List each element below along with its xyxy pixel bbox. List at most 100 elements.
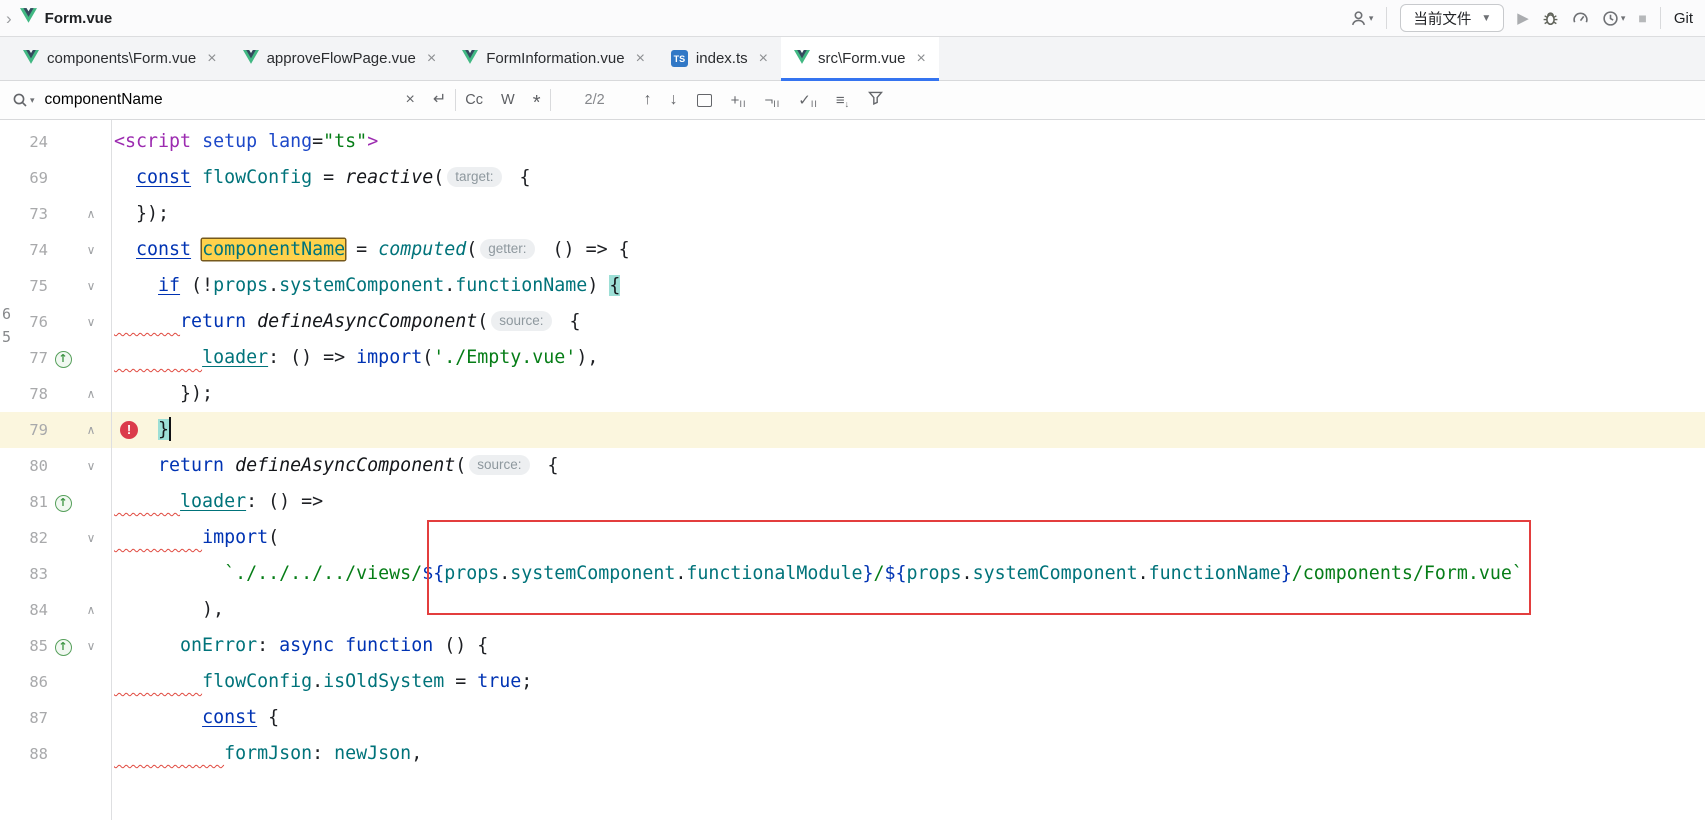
previous-occurrence-icon[interactable]: ↑ — [644, 92, 652, 108]
code-token: return — [158, 455, 224, 476]
close-icon[interactable]: × — [427, 50, 436, 68]
code-line[interactable]: loader: () => — [112, 484, 1705, 520]
code-line[interactable]: const componentName = computed(getter: (… — [112, 232, 1705, 268]
code-line[interactable]: `./../../../views/${props.systemComponen… — [112, 556, 1705, 592]
code-token — [114, 635, 180, 656]
check-selection-icon[interactable]: ✓II — [798, 91, 818, 109]
fold-marker-icon[interactable]: ∨ — [78, 459, 104, 473]
close-icon[interactable]: × — [636, 50, 645, 68]
code-token: () => { — [542, 239, 630, 260]
run-configuration-label: 当前文件 — [1413, 8, 1471, 29]
debug-button[interactable] — [1542, 10, 1559, 27]
stop-button[interactable]: ■ — [1638, 10, 1646, 26]
tab-src-form-vue[interactable]: src\Form.vue × — [781, 37, 939, 80]
tab-label: FormInformation.vue — [486, 50, 624, 67]
code-token — [191, 239, 202, 260]
fold-marker-icon[interactable]: ∨ — [78, 243, 104, 257]
next-occurrence-icon[interactable]: ↓ — [670, 92, 678, 108]
code-token: props — [213, 275, 268, 296]
gutter-override-icon[interactable]: ↑ — [55, 495, 72, 512]
close-icon[interactable]: × — [759, 50, 768, 68]
code-line[interactable]: loader: () => import('./Empty.vue'), — [112, 340, 1705, 376]
gutter-row: 69 — [0, 160, 111, 196]
fold-marker-icon[interactable]: ∨ — [78, 531, 104, 545]
code-line[interactable]: }); — [112, 376, 1705, 412]
line-number: 87 — [0, 709, 48, 727]
fold-marker-icon[interactable]: ∨ — [78, 279, 104, 293]
code-line[interactable]: return defineAsyncComponent(source: { — [112, 304, 1705, 340]
line-number: 69 — [0, 169, 48, 187]
code-token: () { — [433, 635, 488, 656]
code-token: : — [257, 635, 279, 656]
fold-marker-icon[interactable]: ∨ — [78, 315, 104, 329]
code-line[interactable]: onError: async function () { — [112, 628, 1705, 664]
exclude-selection-icon[interactable]: ¬II — [764, 92, 780, 109]
code-token: computed — [378, 239, 466, 260]
code-line[interactable]: flowConfig.isOldSystem = true; — [112, 664, 1705, 700]
profiler-button[interactable] — [1572, 10, 1589, 27]
search-input[interactable] — [45, 91, 397, 109]
tab-components-form-vue[interactable]: components\Form.vue × — [10, 37, 230, 80]
tab-index-ts[interactable]: TS index.ts × — [658, 37, 781, 80]
close-icon[interactable]: × — [207, 50, 216, 68]
code-line[interactable]: if (!props.systemComponent.functionName)… — [112, 268, 1705, 304]
code-token: lang — [268, 131, 312, 152]
code-token: functionalModule — [686, 563, 862, 584]
code-token: }); — [114, 383, 213, 404]
filter-icon[interactable] — [868, 91, 883, 109]
fold-marker-icon[interactable]: ∧ — [78, 603, 104, 617]
code-token — [334, 635, 345, 656]
code-line[interactable]: const { — [112, 700, 1705, 736]
select-all-occurrences-icon[interactable] — [697, 94, 712, 107]
chevron-down-icon: ▾ — [1621, 13, 1626, 24]
error-icon[interactable]: ! — [120, 421, 138, 439]
line-number: 79 — [0, 421, 48, 439]
clear-search-icon[interactable]: × — [406, 92, 415, 108]
code-token: ), — [576, 347, 598, 368]
editor-tab-bar: components\Form.vue × approveFlowPage.vu… — [0, 37, 1705, 81]
code-token: setup — [202, 131, 257, 152]
code-editor[interactable]: 246973∧74∨75∨76∨77↑78∧79∧80∨81↑82∨8384∧8… — [0, 120, 1705, 820]
code-token: const — [202, 707, 257, 728]
match-case-toggle[interactable]: Cc — [465, 93, 483, 108]
code-token: onError — [180, 635, 257, 656]
breadcrumb-chevron-icon[interactable]: › — [6, 10, 12, 27]
git-menu[interactable]: Git — [1674, 10, 1693, 27]
add-selection-icon[interactable]: +II — [731, 92, 747, 109]
vue-file-icon — [23, 50, 39, 68]
code-token: }); — [114, 203, 169, 224]
fold-marker-icon[interactable]: ∧ — [78, 207, 104, 221]
code-line[interactable]: <script setup lang="ts"> — [112, 124, 1705, 160]
tab-approveflowpage-vue[interactable]: approveFlowPage.vue × — [230, 37, 450, 80]
gutter-override-icon[interactable]: ↑ — [55, 639, 72, 656]
editor-code-area[interactable]: <script setup lang="ts"> const flowConfi… — [112, 120, 1705, 820]
gutter-row: 78∧ — [0, 376, 111, 412]
fold-marker-icon[interactable]: ∨ — [78, 639, 104, 653]
gutter-override-icon[interactable]: ↑ — [55, 351, 72, 368]
run-configuration-button[interactable]: 当前文件 ▼ — [1400, 4, 1504, 32]
code-token — [114, 527, 202, 548]
run-button[interactable]: ▶ — [1517, 9, 1529, 27]
newline-icon[interactable]: ↵ — [433, 92, 446, 108]
code-token — [114, 275, 158, 296]
fold-marker-icon[interactable]: ∧ — [78, 387, 104, 401]
code-token: functionName — [1149, 563, 1281, 584]
tab-forminformation-vue[interactable]: FormInformation.vue × — [449, 37, 658, 80]
code-line[interactable]: return defineAsyncComponent(source: { — [112, 448, 1705, 484]
code-line[interactable]: import( — [112, 520, 1705, 556]
regex-toggle[interactable]: * — [533, 93, 541, 113]
words-toggle[interactable]: W — [501, 93, 515, 108]
code-line[interactable]: const flowConfig = reactive(target: { — [112, 160, 1705, 196]
close-icon[interactable]: × — [916, 50, 925, 68]
run-history-button[interactable]: ▾ — [1602, 10, 1626, 27]
code-line[interactable]: formJson: newJson, — [112, 736, 1705, 772]
code-line[interactable]: }); — [112, 196, 1705, 232]
fold-marker-icon[interactable]: ∧ — [78, 423, 104, 437]
code-line[interactable]: ), — [112, 592, 1705, 628]
search-icon[interactable]: ▾ — [12, 92, 35, 108]
search-results-sort-icon[interactable]: ≡↓ — [836, 92, 850, 109]
tab-label: src\Form.vue — [818, 50, 906, 67]
user-account-icon[interactable]: ▾ — [1350, 10, 1374, 27]
code-line[interactable]: ! } — [112, 412, 1705, 448]
code-token: ( — [268, 527, 279, 548]
